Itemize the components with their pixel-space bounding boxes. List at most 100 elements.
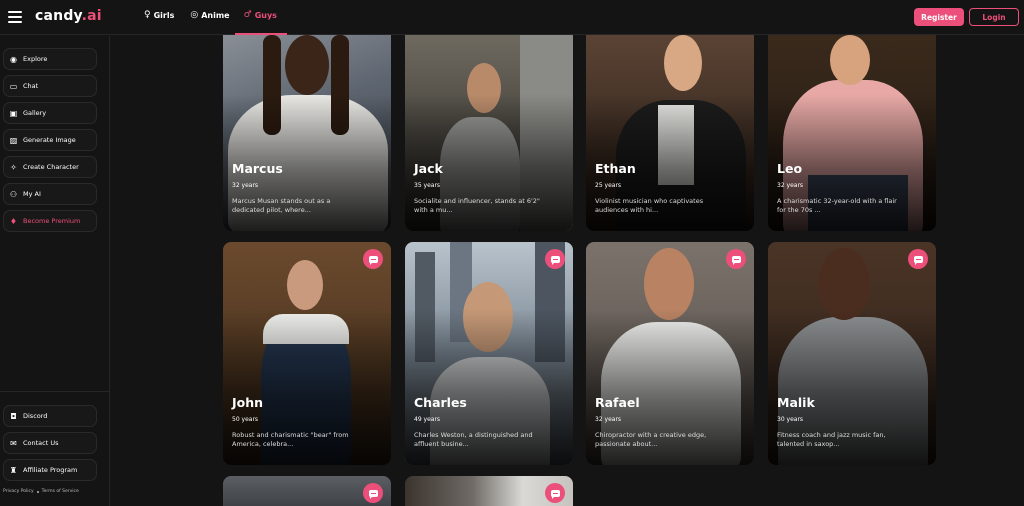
character-card-jack[interactable]: Jack 35 years Socialite and influencer, … bbox=[405, 35, 573, 231]
character-description: Charles Weston, a distinguished and afflu… bbox=[414, 431, 564, 449]
character-name: Marcus bbox=[232, 161, 283, 176]
character-card-malik[interactable]: Malik 30 years Fitness coach and jazz mu… bbox=[768, 242, 936, 465]
sidebar-item-discord[interactable]: ◘ Discord bbox=[3, 405, 97, 427]
character-age: 35 years bbox=[414, 182, 441, 189]
mail-icon: ✉ bbox=[10, 438, 17, 448]
description-line: dedicated pilot, where... bbox=[232, 206, 311, 214]
nav-guys-label: Guys bbox=[254, 10, 277, 20]
character-card-partial[interactable] bbox=[405, 476, 573, 506]
sidebar-item-label: Contact Us bbox=[23, 439, 59, 447]
character-description: Robust and charismatic "bear" from Americ… bbox=[232, 431, 382, 449]
character-age: 32 years bbox=[232, 182, 259, 189]
character-name: Leo bbox=[777, 161, 803, 176]
trophy-icon: ♜ bbox=[9, 465, 18, 475]
sidebar-item-label: Discord bbox=[23, 412, 48, 420]
character-age: 50 years bbox=[232, 416, 259, 423]
character-card-leo[interactable]: Leo 32 years A charismatic 32-year-old w… bbox=[768, 35, 936, 231]
register-button[interactable]: Register bbox=[914, 8, 964, 26]
separator-dot bbox=[36, 490, 39, 493]
chat-bubble-icon[interactable] bbox=[363, 249, 383, 269]
chat-bubble-icon[interactable] bbox=[726, 249, 746, 269]
character-age: 32 years bbox=[777, 182, 804, 189]
character-name: Rafael bbox=[595, 395, 640, 410]
sidebar-item-my-ai[interactable]: ⚇ My AI bbox=[3, 183, 97, 205]
description-line: audiences with hi... bbox=[595, 206, 659, 214]
privacy-policy-link[interactable]: Privacy Policy bbox=[3, 489, 34, 494]
sidebar-item-label: Chat bbox=[23, 82, 39, 90]
diamond-icon: ♦ bbox=[9, 216, 18, 226]
nav-anime-label: Anime bbox=[201, 10, 230, 20]
character-description: Marcus Musan stands out as a dedicated pi… bbox=[232, 197, 382, 215]
character-name: John bbox=[232, 395, 264, 410]
chat-bubble-icon[interactable] bbox=[908, 249, 928, 269]
character-card-marcus[interactable]: Marcus 32 years Marcus Musan stands out … bbox=[223, 35, 391, 231]
description-line: talented in saxop... bbox=[777, 440, 840, 448]
sidebar-item-create-character[interactable]: ✧ Create Character bbox=[3, 156, 97, 178]
chat-bubble-icon[interactable] bbox=[545, 483, 565, 503]
character-card-charles[interactable]: Charles 49 years Charles Weston, a disti… bbox=[405, 242, 573, 465]
description-line: Fitness coach and jazz music fan, bbox=[777, 431, 886, 439]
sidebar-item-label: My AI bbox=[23, 190, 41, 198]
user-group-icon: ⚇ bbox=[9, 189, 18, 199]
discord-icon: ◘ bbox=[10, 411, 17, 421]
sidebar-item-generate-image[interactable]: ▨ Generate Image bbox=[3, 129, 97, 151]
terms-of-service-link[interactable]: Terms of Service bbox=[42, 489, 79, 494]
character-description: Socialite and influencer, stands at 6'2"… bbox=[414, 197, 564, 215]
sidebar-item-gallery[interactable]: ▣ Gallery bbox=[3, 102, 97, 124]
footer-links: Privacy Policy Terms of Service bbox=[3, 489, 79, 494]
nav-girls[interactable]: ♀ Girls bbox=[144, 10, 174, 20]
hamburger-menu-icon[interactable] bbox=[8, 11, 22, 23]
description-line: affluent busine... bbox=[414, 440, 469, 448]
sidebar-item-label: Generate Image bbox=[23, 136, 76, 144]
nav-girls-label: Girls bbox=[153, 10, 175, 20]
top-bar: candy.ai ♀ Girls ◎ Anime ♂ Guys Register Lo… bbox=[0, 0, 1024, 35]
character-card-john[interactable]: John 50 years Robust and charismatic "be… bbox=[223, 242, 391, 465]
character-age: 49 years bbox=[414, 416, 441, 423]
female-icon: ♀ bbox=[144, 10, 151, 20]
description-line: Robust and charismatic "bear" from bbox=[232, 431, 349, 439]
character-card-partial[interactable] bbox=[223, 476, 391, 506]
character-description: Fitness coach and jazz music fan, talente… bbox=[777, 431, 927, 449]
chat-bubble-icon[interactable] bbox=[363, 483, 383, 503]
character-name: Jack bbox=[414, 161, 443, 176]
character-card-ethan[interactable]: Ethan 25 years Violinist musician who ca… bbox=[586, 35, 754, 231]
chat-bubble-icon[interactable] bbox=[545, 249, 565, 269]
logo[interactable]: candy.ai bbox=[35, 8, 102, 24]
nav-guys[interactable]: ♂ Guys bbox=[244, 10, 277, 20]
login-button[interactable]: Login bbox=[969, 8, 1019, 26]
character-card-rafael[interactable]: Rafael 32 years Chiropractor with a crea… bbox=[586, 242, 754, 465]
chat-icon: ▭ bbox=[9, 81, 18, 91]
description-line: Marcus Musan stands out as a bbox=[232, 197, 331, 205]
description-line: America, celebra... bbox=[232, 440, 294, 448]
description-line: passionate about... bbox=[595, 440, 658, 448]
character-name: Malik bbox=[777, 395, 815, 410]
character-description: A charismatic 32-year-old with a flair fo… bbox=[777, 197, 927, 215]
sidebar-item-chat[interactable]: ▭ Chat bbox=[3, 75, 97, 97]
sidebar: ◉ Explore ▭ Chat ▣ Gallery ▨ Generate Image … bbox=[0, 36, 110, 506]
character-age: 25 years bbox=[595, 182, 622, 189]
nav-anime[interactable]: ◎ Anime bbox=[190, 10, 229, 20]
character-description: Violinist musician who captivates audienc… bbox=[595, 197, 745, 215]
character-name: Ethan bbox=[595, 161, 636, 176]
description-line: Violinist musician who captivates bbox=[595, 197, 704, 205]
character-age: 32 years bbox=[595, 416, 622, 423]
sidebar-item-label: Gallery bbox=[23, 109, 47, 117]
sidebar-item-explore[interactable]: ◉ Explore bbox=[3, 48, 97, 70]
description-line: Charles Weston, a distinguished and bbox=[414, 431, 533, 439]
character-age: 30 years bbox=[777, 416, 804, 423]
description-line: Socialite and influencer, stands at 6'2" bbox=[414, 197, 540, 205]
sidebar-item-contact-us[interactable]: ✉ Contact Us bbox=[3, 432, 97, 454]
description-line: for the 70s ... bbox=[777, 206, 821, 214]
description-line: with a mu... bbox=[414, 206, 453, 214]
description-line: A charismatic 32-year-old with a flair bbox=[777, 197, 897, 205]
character-description: Chiropractor with a creative edge, passio… bbox=[595, 431, 745, 449]
sidebar-divider bbox=[0, 391, 110, 392]
sidebar-item-label: Create Character bbox=[23, 163, 79, 171]
character-name: Charles bbox=[414, 395, 467, 410]
logo-suffix: .ai bbox=[81, 8, 102, 24]
category-nav: ♀ Girls ◎ Anime ♂ Guys bbox=[144, 10, 277, 20]
sidebar-item-label: Become Premium bbox=[23, 217, 81, 225]
sidebar-item-affiliate-program[interactable]: ♜ Affiliate Program bbox=[3, 459, 97, 481]
male-icon: ♂ bbox=[243, 10, 252, 20]
sidebar-item-become-premium[interactable]: ♦ Become Premium bbox=[3, 210, 97, 232]
